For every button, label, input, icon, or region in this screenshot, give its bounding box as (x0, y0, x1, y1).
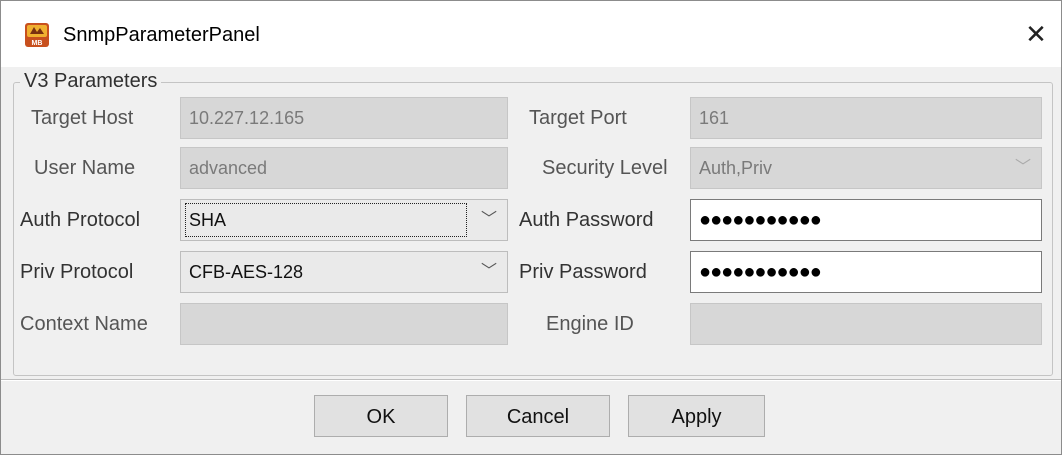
auth-password-value: ●●●●●●●●●●● (699, 209, 822, 231)
context-name-field (180, 303, 508, 345)
ok-button[interactable]: OK (314, 395, 448, 437)
security-level-select: Auth,Priv ﹀ (690, 147, 1042, 189)
target-host-label: Target Host (31, 107, 134, 129)
target-port-label: Target Port (529, 107, 627, 129)
divider-highlight (1, 380, 1061, 381)
chevron-down-icon: ﹀ (1014, 159, 1031, 176)
priv-password-value: ●●●●●●●●●●● (699, 261, 822, 283)
security-level-label: Security Level (542, 157, 668, 179)
user-name-value: advanced (189, 158, 268, 178)
close-icon[interactable]: ✕ (1021, 19, 1051, 49)
focus-ring (185, 203, 467, 237)
auth-password-input[interactable]: ●●●●●●●●●●● (690, 199, 1042, 241)
group-title: V3 Parameters (20, 70, 162, 93)
target-host-value: 10.227.12.165 (189, 108, 305, 128)
apply-button[interactable]: Apply (628, 395, 765, 437)
security-level-value: Auth,Priv (699, 158, 773, 178)
v3-parameters-group: V3 Parameters Target Host 10.227.12.165 … (13, 70, 1053, 376)
engine-id-label: Engine ID (546, 313, 634, 335)
priv-protocol-label: Priv Protocol (20, 261, 134, 283)
priv-protocol-value: CFB-AES-128 (189, 262, 304, 282)
priv-password-input[interactable]: ●●●●●●●●●●● (690, 251, 1042, 293)
chevron-down-icon: ﹀ (480, 211, 497, 228)
target-port-value: 161 (699, 108, 730, 128)
target-port-field: 161 (690, 97, 1042, 139)
auth-protocol-label: Auth Protocol (20, 209, 141, 231)
auth-protocol-value: SHA (189, 210, 227, 230)
snmp-parameter-dialog: MB SnmpParameterPanel ✕ V3 Parameters Ta… (0, 0, 1062, 455)
priv-password-label: Priv Password (519, 261, 647, 283)
priv-protocol-select[interactable]: CFB-AES-128 ﹀ (180, 251, 508, 293)
dialog-body: V3 Parameters Target Host 10.227.12.165 … (1, 67, 1061, 454)
user-name-field: advanced (180, 147, 508, 189)
target-host-field: 10.227.12.165 (180, 97, 508, 139)
auth-protocol-select[interactable]: SHA ﹀ (180, 199, 508, 241)
engine-id-field (690, 303, 1042, 345)
chevron-down-icon: ﹀ (480, 263, 497, 280)
cancel-button[interactable]: Cancel (466, 395, 610, 437)
title-bar[interactable]: MB SnmpParameterPanel ✕ (1, 1, 1061, 67)
window-title: SnmpParameterPanel (63, 24, 260, 46)
auth-password-label: Auth Password (519, 209, 654, 231)
user-name-label: User Name (34, 157, 136, 179)
context-name-label: Context Name (20, 313, 148, 335)
svg-text:MB: MB (32, 40, 43, 47)
app-icon: MB (25, 23, 49, 47)
